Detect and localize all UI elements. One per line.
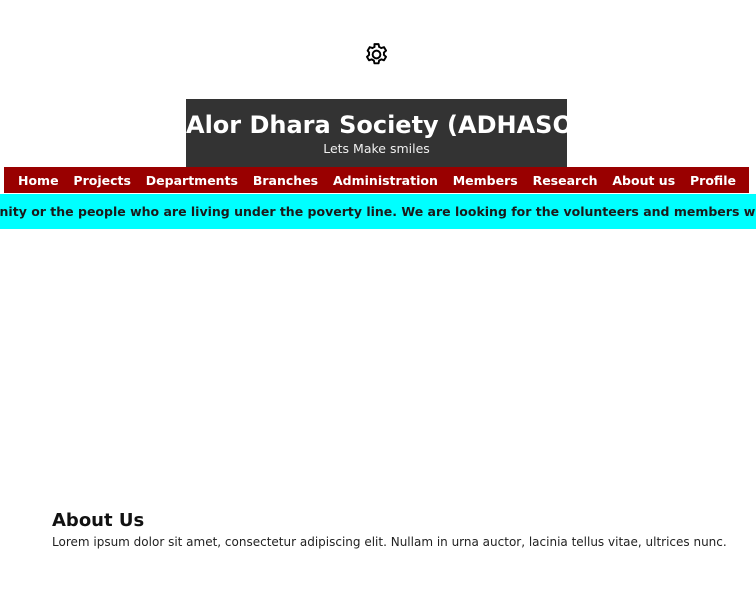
page: Alor Dhara Society (ADHASO) Lets Make sm…: [0, 0, 756, 597]
nav-item-administration[interactable]: Administration: [333, 173, 438, 188]
nav-item-about-us[interactable]: About us: [612, 173, 675, 188]
about-section: About Us Lorem ipsum dolor sit amet, con…: [52, 510, 742, 550]
nav-item-branches[interactable]: Branches: [253, 173, 318, 188]
nav-item-research[interactable]: Research: [533, 173, 598, 188]
about-text: Lorem ipsum dolor sit amet, consectetur …: [52, 535, 727, 549]
news-ticker: ommunity or the people who are living un…: [0, 194, 756, 229]
main-navbar: Home Projects Departments Branches Admin…: [4, 167, 749, 193]
nav-item-projects[interactable]: Projects: [73, 173, 131, 188]
site-title: Alor Dhara Society (ADHASO): [186, 111, 584, 139]
nav-item-profile[interactable]: Profile: [690, 173, 736, 188]
brand-banner: Alor Dhara Society (ADHASO) Lets Make sm…: [186, 99, 584, 167]
ticker-text: ommunity or the people who are living un…: [0, 204, 756, 219]
nav-item-departments[interactable]: Departments: [146, 173, 238, 188]
site-tagline: Lets Make smiles: [323, 141, 430, 156]
about-heading: About Us: [52, 510, 145, 531]
nav-item-members[interactable]: Members: [453, 173, 518, 188]
nav-item-home[interactable]: Home: [18, 173, 59, 188]
gear-icon[interactable]: [362, 40, 391, 69]
